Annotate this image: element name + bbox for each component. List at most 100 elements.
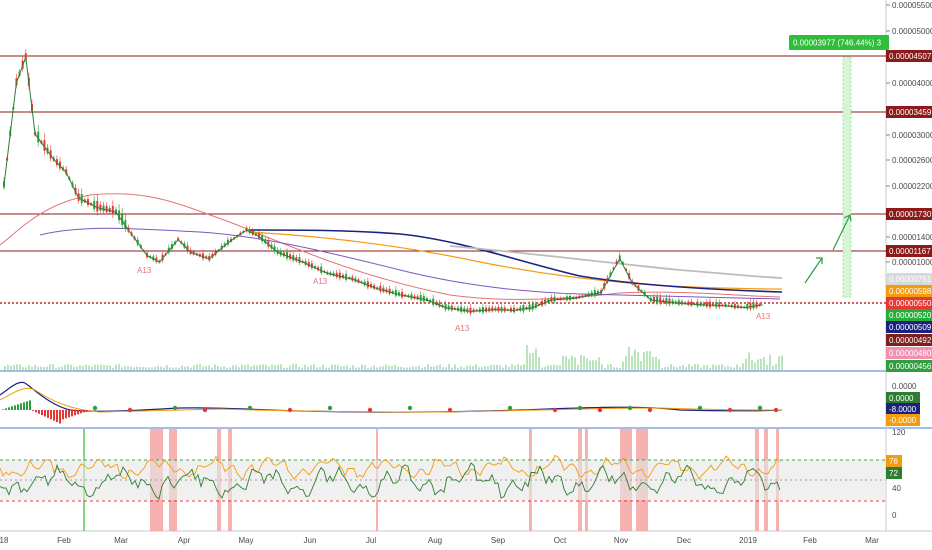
volume-bar	[247, 364, 249, 370]
volume-bar	[394, 364, 396, 370]
volume-bar	[481, 367, 483, 370]
volume-bar	[262, 364, 264, 370]
volume-bar	[610, 364, 612, 370]
resistance-tag[interactable]: 0.00004507	[886, 50, 932, 62]
volume-bar	[373, 365, 375, 370]
volume-bar	[757, 359, 759, 370]
volume-bar	[91, 366, 93, 370]
candle-body	[752, 302, 755, 309]
rsi-panel[interactable]: 120400 7672	[0, 428, 906, 531]
volume-bar	[175, 367, 177, 370]
volume-bar	[298, 366, 300, 370]
resistance-tag[interactable]: 0.00001730	[886, 208, 932, 220]
volume-bar	[457, 367, 459, 370]
volume-bar	[49, 364, 51, 370]
volume-bar	[550, 365, 552, 370]
macd-hist-bar	[68, 410, 70, 418]
volume-bar	[490, 364, 492, 370]
volume-bar	[559, 365, 561, 370]
volume-bar	[685, 366, 687, 370]
volume-bar	[166, 365, 168, 370]
price-axis[interactable]: 0.000055000.000050000.000045000.00004000…	[886, 1, 932, 267]
volume-bar	[79, 365, 81, 370]
volume-bar	[211, 367, 213, 370]
volume-bar	[334, 364, 336, 370]
volume-bar	[196, 364, 198, 370]
rsi-tags[interactable]: 7672	[886, 455, 902, 479]
volume-bar	[124, 366, 126, 370]
volume-bar	[469, 365, 471, 370]
volume-bar	[352, 365, 354, 370]
price-tag[interactable]: 0.00000520	[886, 309, 932, 321]
volume-bar	[271, 364, 273, 370]
candle-body	[696, 301, 699, 307]
volume-bar	[310, 365, 312, 370]
volume-bar	[328, 367, 330, 370]
volume-bar	[631, 355, 633, 370]
volume-bar	[433, 366, 435, 370]
volume-bar	[217, 365, 219, 370]
macd-tag[interactable]: -8.0000	[886, 403, 920, 415]
candle-body	[708, 301, 711, 308]
price-tag[interactable]: 0.00000550	[886, 297, 932, 309]
price-tag[interactable]: 0.00000598	[886, 285, 932, 297]
candle-body	[553, 296, 556, 302]
volume-bar	[181, 365, 183, 370]
rsi-tag[interactable]: 72	[886, 467, 902, 479]
macd-tag[interactable]: 0.0000	[886, 392, 920, 404]
volume-bar	[574, 357, 576, 370]
volume-bar	[82, 365, 84, 370]
volume-bar	[70, 364, 72, 370]
volume-bar	[439, 364, 441, 370]
volume-bar	[715, 365, 717, 370]
volume-bar	[556, 365, 558, 370]
volume-bar	[619, 367, 621, 370]
macd-tag[interactable]: -0.0000	[886, 414, 920, 426]
volume-bar	[667, 366, 669, 370]
volume-bar	[598, 357, 600, 370]
volume-bar	[427, 364, 429, 370]
volume-bar	[397, 366, 399, 370]
volume-bar	[514, 365, 516, 370]
price-tag[interactable]: 0.00000456	[886, 360, 932, 372]
macd-tags[interactable]: 0.0000 -8.0000 -0.0000	[886, 392, 920, 426]
volume-bar	[55, 367, 57, 370]
candle-body	[105, 206, 108, 213]
macd-tag-label: 0.0000	[889, 394, 914, 403]
volume-bar	[391, 365, 393, 370]
volume-bar	[259, 364, 261, 370]
candle-body	[668, 298, 671, 305]
volume-bar	[673, 366, 675, 370]
price-tags[interactable]: 0.00000751 0.00000598 0.00000550 0.00000520…	[886, 273, 932, 372]
volume-bar	[253, 365, 255, 370]
month-label: Feb	[803, 536, 817, 545]
volume-bar	[622, 361, 624, 370]
price-tag-label: 0.00000550	[889, 299, 932, 308]
volume-bar	[112, 367, 114, 370]
price-tag[interactable]: 0.00000480	[886, 347, 932, 359]
macd-hist-bar	[71, 410, 73, 417]
volume-bar	[628, 346, 630, 370]
macd-hist-bar	[77, 410, 79, 415]
candle-body	[419, 295, 422, 302]
rsi-band	[0, 460, 886, 500]
volume-bar	[61, 366, 63, 370]
volume-bar	[616, 367, 618, 370]
price-tag[interactable]: 0.00000509	[886, 321, 932, 333]
resistance-tag[interactable]: 0.00001167	[886, 245, 932, 257]
macd-cross-dot	[367, 407, 373, 413]
macd-cross-dot	[92, 405, 98, 411]
trading-chart[interactable]: 0.000055000.000050000.000045000.00004000…	[0, 0, 932, 550]
macd-panel[interactable]: 0.0000 0.0000 -8.0000 -0.0000	[0, 381, 920, 426]
resistance-tag[interactable]: 0.00003459	[886, 106, 932, 118]
price-tag[interactable]: 0.00000751	[886, 273, 932, 285]
volume-bar	[316, 367, 318, 370]
volume-bar	[376, 367, 378, 370]
volume-bar	[229, 367, 231, 370]
target-badge[interactable]: 0.00003977 (746.44%) 3	[789, 35, 889, 50]
rsi-tag[interactable]: 76	[886, 455, 902, 467]
macd-hist-bar	[32, 410, 34, 411]
time-axis[interactable]: 18 Feb Mar Apr May Jun Jul Aug Sep Oct Nov Dec 2019 F…	[0, 536, 879, 545]
target-badge-text: 0.00003977 (746.44%) 3	[793, 39, 882, 48]
price-tag[interactable]: 0.00000492	[886, 334, 932, 346]
